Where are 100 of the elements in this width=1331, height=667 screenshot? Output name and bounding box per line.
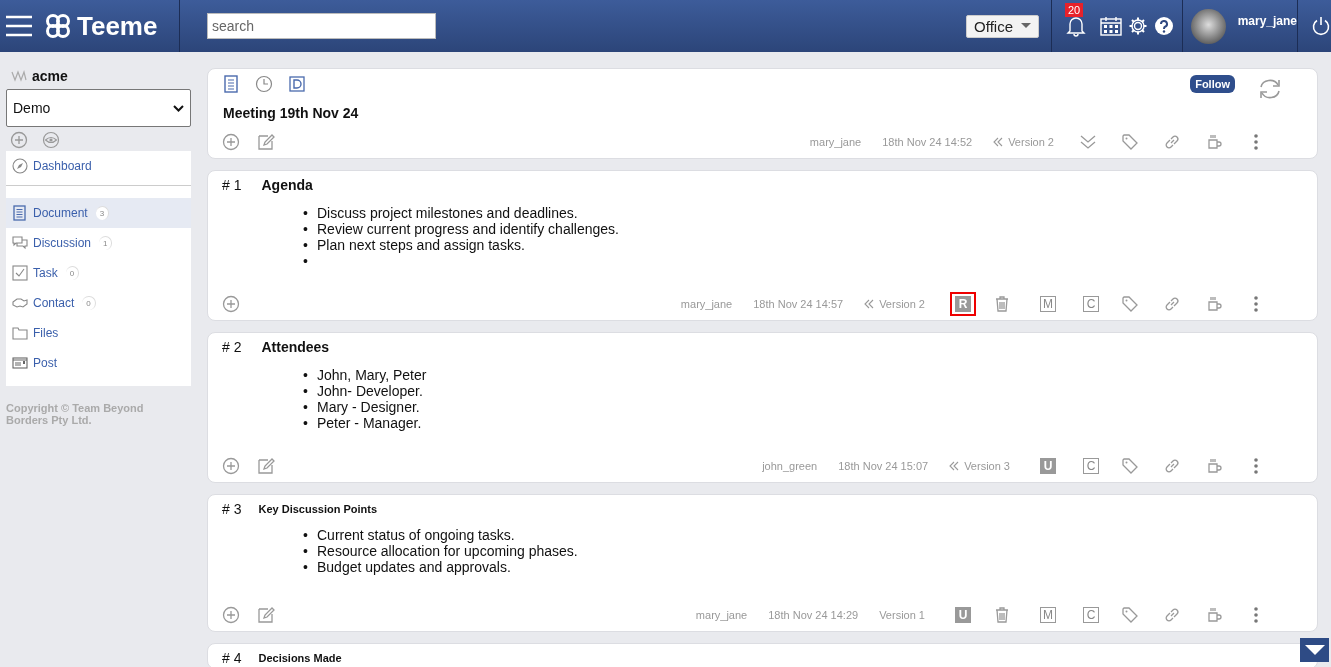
add-icon[interactable] xyxy=(222,456,240,475)
notification-count: 20 xyxy=(1065,3,1084,17)
bullet-marker: • xyxy=(303,367,308,383)
workplace-dropdown[interactable]: Office xyxy=(966,14,1039,38)
letter-button[interactable]: C xyxy=(1083,295,1099,312)
cup-icon[interactable] xyxy=(1205,456,1223,475)
nav-item[interactable]: Files xyxy=(6,318,191,348)
author-name: mary_jane xyxy=(695,608,748,621)
d-square-icon[interactable] xyxy=(289,76,305,92)
cup-icon[interactable] xyxy=(1205,605,1223,624)
letter-button[interactable]: M xyxy=(1040,295,1056,312)
add-icon[interactable] xyxy=(10,131,28,149)
version-link[interactable]: Version 2 xyxy=(993,135,1054,148)
edit-icon[interactable] xyxy=(257,456,275,475)
version-link[interactable]: Version 3 xyxy=(949,459,1010,472)
section-title: Key Discussion Points xyxy=(258,503,378,515)
nav-item[interactable]: Document 3 xyxy=(6,198,191,228)
version-link[interactable]: Version 2 xyxy=(864,297,925,310)
clock-icon[interactable] xyxy=(255,75,273,93)
triangle-down-icon xyxy=(1303,644,1326,656)
timestamp: 18th Nov 24 14:52 xyxy=(882,135,973,148)
tag-icon[interactable] xyxy=(1121,132,1139,151)
document-icon xyxy=(12,205,28,221)
checkbox-icon xyxy=(12,265,28,281)
follow-button[interactable]: Follow xyxy=(1190,75,1235,93)
logo-icon xyxy=(45,13,71,39)
add-icon[interactable] xyxy=(222,132,240,151)
section-number: # 3 xyxy=(222,501,242,517)
nav-item[interactable]: Contact 0 xyxy=(6,288,191,318)
section-title: Attendees xyxy=(261,339,330,355)
timestamp: 18th Nov 24 14:57 xyxy=(753,297,844,310)
power-icon[interactable] xyxy=(1311,16,1331,36)
letter-button[interactable]: R xyxy=(950,291,976,316)
nav-item[interactable]: Discussion 1 xyxy=(6,228,191,258)
add-icon[interactable] xyxy=(222,294,240,313)
refresh-icon[interactable] xyxy=(1257,77,1283,101)
cup-icon[interactable] xyxy=(1205,294,1223,313)
count-badge: 1 xyxy=(99,236,113,250)
tag-icon[interactable] xyxy=(1121,294,1139,313)
org-name: acme xyxy=(32,68,68,84)
letter-button[interactable]: U xyxy=(1040,457,1056,474)
folder-icon xyxy=(12,325,28,341)
letter-button[interactable]: C xyxy=(1083,606,1099,623)
edit-icon[interactable] xyxy=(257,605,275,624)
help-icon[interactable] xyxy=(1154,16,1174,36)
timestamp: 18th Nov 24 15:07 xyxy=(838,459,929,472)
bullet-marker: • xyxy=(303,399,308,415)
space-select[interactable]: Demo xyxy=(6,89,191,127)
chevron-down-icon xyxy=(173,104,184,112)
bullet-marker: • xyxy=(303,527,308,543)
author-name: mary_jane xyxy=(680,297,733,310)
bullet-item: Peter - Manager. xyxy=(317,415,422,431)
count-badge: 0 xyxy=(65,266,80,280)
scroll-down-button[interactable] xyxy=(1300,638,1329,662)
bell-icon[interactable] xyxy=(1066,15,1086,37)
letter-button[interactable]: C xyxy=(1083,457,1099,474)
bullet-item: Plan next steps and assign tasks. xyxy=(317,237,525,253)
bullet-item: Resource allocation for upcoming phases. xyxy=(317,543,578,559)
bullet-item: Review current progress and identify challenges. xyxy=(317,221,619,237)
settings-icon[interactable] xyxy=(1128,16,1148,36)
post-icon xyxy=(12,355,28,371)
section-number: # 1 xyxy=(222,177,242,193)
letter-button[interactable]: U xyxy=(955,606,971,623)
eye-icon[interactable] xyxy=(42,131,60,149)
nav-item[interactable]: Task 0 xyxy=(6,258,191,288)
section-number: # 2 xyxy=(222,339,242,355)
bullet-item: Discuss project milestones and deadlines. xyxy=(317,205,578,221)
bullet-item: John- Developer. xyxy=(317,383,423,399)
bullet-item: Mary - Designer. xyxy=(317,399,420,415)
bullet-item: Budget updates and approvals. xyxy=(317,559,511,575)
trash-icon[interactable] xyxy=(993,605,1011,624)
edit-icon[interactable] xyxy=(257,132,275,151)
tag-icon[interactable] xyxy=(1121,605,1139,624)
calendar-icon[interactable] xyxy=(1100,16,1122,36)
search-field[interactable]: search xyxy=(207,13,436,39)
bullet-marker: • xyxy=(303,205,308,221)
user-name[interactable]: mary_jane xyxy=(1237,14,1297,28)
timestamp: 18th Nov 24 14:29 xyxy=(768,608,859,621)
compass-icon xyxy=(12,158,28,174)
bullet-marker: • xyxy=(303,415,308,431)
menu-icon[interactable] xyxy=(5,14,33,38)
app-name: Teeme xyxy=(77,10,158,42)
nav-item[interactable]: Post xyxy=(6,348,191,378)
count-badge: 3 xyxy=(95,206,110,220)
document-icon[interactable] xyxy=(223,75,239,93)
tag-icon[interactable] xyxy=(1121,456,1139,475)
bullet-marker: • xyxy=(303,559,308,575)
bullet-marker: • xyxy=(303,383,308,399)
add-icon[interactable] xyxy=(222,605,240,624)
letter-button[interactable]: M xyxy=(1040,606,1056,623)
cup-icon[interactable] xyxy=(1205,132,1223,151)
count-badge: 0 xyxy=(82,296,96,310)
bullet-marker: • xyxy=(303,253,308,269)
trash-icon[interactable] xyxy=(993,294,1011,313)
double-chevron-left-icon xyxy=(949,460,960,471)
version-link[interactable]: Version 1 xyxy=(879,608,925,621)
avatar[interactable] xyxy=(1191,8,1226,44)
caret-icon xyxy=(1021,23,1031,29)
nav-item[interactable]: Dashboard xyxy=(6,151,191,181)
double-chevron-left-icon xyxy=(993,136,1004,147)
